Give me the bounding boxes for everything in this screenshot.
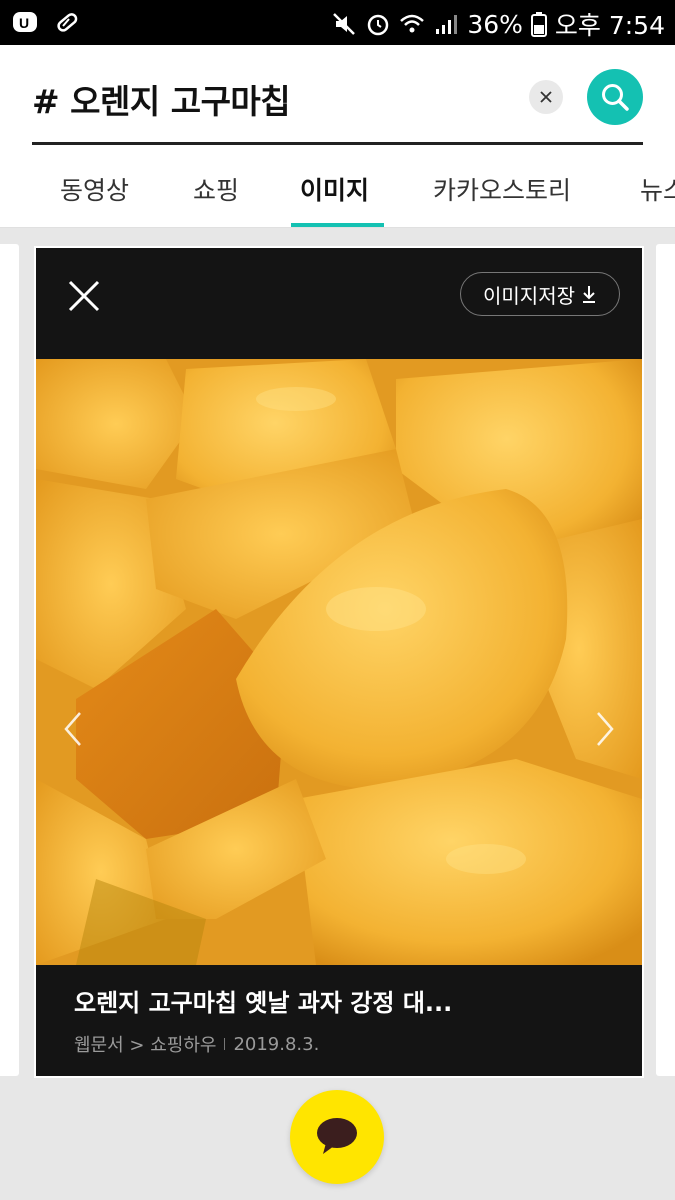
tab-video[interactable]: 동영상 xyxy=(60,171,129,207)
status-bar: U 36% 오후 7:54 xyxy=(0,0,675,45)
svg-text:U: U xyxy=(19,15,29,31)
chat-button[interactable] xyxy=(290,1090,384,1184)
previous-result-card[interactable] xyxy=(0,244,19,1076)
tab-shopping[interactable]: 쇼핑 xyxy=(193,171,239,207)
search-tabs: 동영상 쇼핑 이미지 카카오스토리 뉴스 xyxy=(0,145,675,228)
carrier-icon: U xyxy=(13,12,37,32)
close-icon xyxy=(68,280,100,312)
wifi-icon xyxy=(400,14,425,33)
search-header: # 오렌지 고구마칩 동영상 쇼핑 이미지 카카오스토리 뉴스 xyxy=(0,45,675,228)
previous-image-arrow[interactable] xyxy=(58,709,88,749)
pill-icon xyxy=(57,13,78,32)
search-button[interactable] xyxy=(587,69,643,125)
tab-news[interactable]: 뉴스 xyxy=(640,171,675,207)
image-meta: 웹문서 > 쇼핑하우 2019.8.3. xyxy=(74,1031,319,1057)
sweet-potato-chips-photo[interactable] xyxy=(36,359,642,965)
close-icon xyxy=(540,91,552,103)
mute-icon xyxy=(333,13,356,35)
image-viewer: 이미지저장 오렌지 고구마칩 옛날 과자 강정 대... 웹문서 > 쇼핑하우 … xyxy=(34,246,644,1078)
meta-divider xyxy=(224,1038,226,1050)
clock: 오후 7:54 xyxy=(554,11,665,40)
next-result-card[interactable] xyxy=(656,244,675,1076)
save-image-button[interactable]: 이미지저장 xyxy=(460,272,620,316)
image-source[interactable]: 웹문서 > 쇼핑하우 xyxy=(74,1031,216,1057)
battery-percent: 36% xyxy=(467,9,523,39)
tab-kakaostory[interactable]: 카카오스토리 xyxy=(433,171,571,207)
image-date: 2019.8.3. xyxy=(233,1033,320,1055)
tab-images[interactable]: 이미지 xyxy=(300,171,369,207)
search-bar: # 오렌지 고구마칩 xyxy=(32,45,643,145)
save-image-label: 이미지저장 xyxy=(483,283,575,308)
download-icon xyxy=(583,286,595,303)
chat-bubble-icon xyxy=(317,1118,357,1154)
image-title[interactable]: 오렌지 고구마칩 옛날 과자 강정 대... xyxy=(74,983,452,1018)
status-left-icons: U xyxy=(12,9,80,35)
chips-illustration xyxy=(36,359,642,965)
alarm-icon xyxy=(368,14,389,36)
signal-icon xyxy=(436,15,458,34)
status-right: 36% 오후 7:54 xyxy=(331,6,665,42)
close-viewer-button[interactable] xyxy=(66,278,102,314)
next-image-arrow[interactable] xyxy=(590,709,620,749)
search-input[interactable]: # 오렌지 고구마칩 xyxy=(32,75,291,123)
image-caption[interactable]: 오렌지 고구마칩 옛날 과자 강정 대... 웹문서 > 쇼핑하우 2019.8… xyxy=(36,965,642,1076)
clear-search-button[interactable] xyxy=(529,80,563,114)
active-tab-indicator xyxy=(291,223,384,227)
search-icon xyxy=(602,84,629,111)
battery-icon xyxy=(530,12,547,37)
